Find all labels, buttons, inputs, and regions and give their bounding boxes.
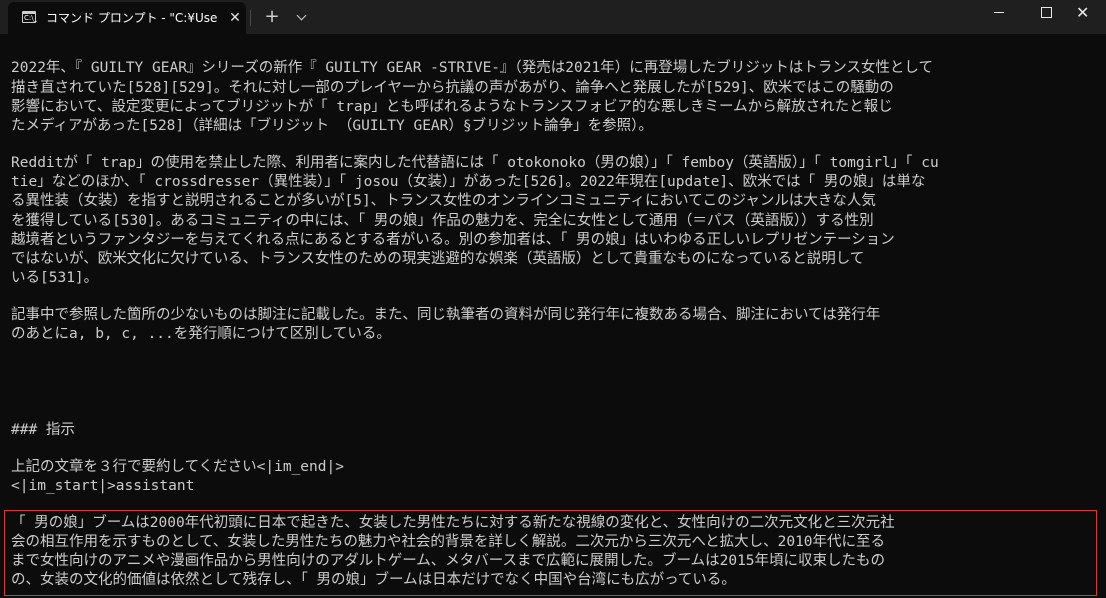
console-line: を獲得している[530]。あるコミュニティの中には、「 男の娘」作品の魅力を、完… xyxy=(11,213,874,229)
console-line: 影響において、設定変更によってブリジットが「 trap」とも呼ばれるようなトラン… xyxy=(11,99,893,115)
console-tab[interactable]: C:\_ コマンド プロンプト - "C:¥Users¥de ✕ xyxy=(8,2,246,34)
response-line: まで女性向けのアニメや漫画作品から男性向けのアダルトゲーム、メタバースまで広範に… xyxy=(11,553,886,569)
console-output[interactable]: 2022年、『 GUILTY GEAR』シリーズの新作『 GUILTY GEAR… xyxy=(0,34,1106,598)
minimize-icon xyxy=(994,12,1004,13)
console-icon: C:\_ xyxy=(22,11,38,23)
response-line: 「 男の娘」ブームは2000年代初頭に日本で起きた、女装した男性たちに対する新た… xyxy=(11,515,895,531)
console-line: 記事中で参照した箇所の少ないものは脚注に記載した。また、同じ執筆者の資料が同じ発… xyxy=(11,307,881,323)
console-line: 2022年、『 GUILTY GEAR』シリーズの新作『 GUILTY GEAR… xyxy=(11,60,933,76)
tab-dropdown-button[interactable] xyxy=(290,5,314,29)
response-line: 会の相互作用を示すものとして、女装した男性たちの魅力や社会的背景を詳しく解説。二… xyxy=(11,534,886,550)
console-line: Redditが「 trap」の使用を禁止した際、利用者に案内した代替語には「 o… xyxy=(11,155,939,171)
instruction-heading: ### 指示 xyxy=(11,422,75,438)
console-line: 越境者というファンタジーを与えてくれる点にあるとする者がいる。別の参加者は、「 … xyxy=(11,232,895,248)
terminal-window: C:\_ コマンド プロンプト - "C:¥Users¥de ✕ + ✕ 202… xyxy=(0,0,1106,598)
title-bar: C:\_ コマンド プロンプト - "C:¥Users¥de ✕ + ✕ xyxy=(0,0,1106,34)
close-window-button[interactable]: ✕ xyxy=(1060,0,1106,30)
chevron-down-icon xyxy=(296,10,307,21)
response-line: の、女装の文化的価値は依然として残存し、「 男の娘」ブームは日本だけでなく中国や… xyxy=(11,572,736,588)
console-line: る異性装（女装）を指すと説明されることが多いが[5]、トランス女性のオンラインコ… xyxy=(11,193,876,209)
console-line: tie」などのほか、「 crossdresser（異性装）」「 josou（女装… xyxy=(11,174,926,190)
close-tab-icon[interactable]: ✕ xyxy=(225,7,245,29)
close-icon: ✕ xyxy=(1076,3,1090,22)
console-line: ではないが、欧米文化に欠けている、トランス女性のための現実逃避的な娯楽（英語版）… xyxy=(11,251,865,267)
console-line: 描き直されていた[528][529]。それに対し一部のプレイヤーから抗議の声があ… xyxy=(11,80,894,96)
console-line: のあとにa, b, c, ...を発行順につけて区別している。 xyxy=(11,326,391,342)
maximize-icon xyxy=(1041,7,1052,18)
assistant-tag: <|im_start|>assistant xyxy=(11,478,195,494)
tab-separator xyxy=(250,10,251,26)
instruction-text: 上記の文章を３行で要約してください<|im_end|> xyxy=(11,459,344,475)
minimize-button[interactable] xyxy=(976,0,1022,30)
console-line: いる[531]。 xyxy=(11,270,99,286)
console-icon-glyph: C:\_ xyxy=(24,14,38,22)
console-line: たメディアがあった[528]（詳細は「ブリジット （GUILTY GEAR）§ブ… xyxy=(11,118,653,134)
tab-title: コマンド プロンプト - "C:¥Users¥de xyxy=(46,11,218,25)
new-tab-button[interactable]: + xyxy=(260,5,284,29)
